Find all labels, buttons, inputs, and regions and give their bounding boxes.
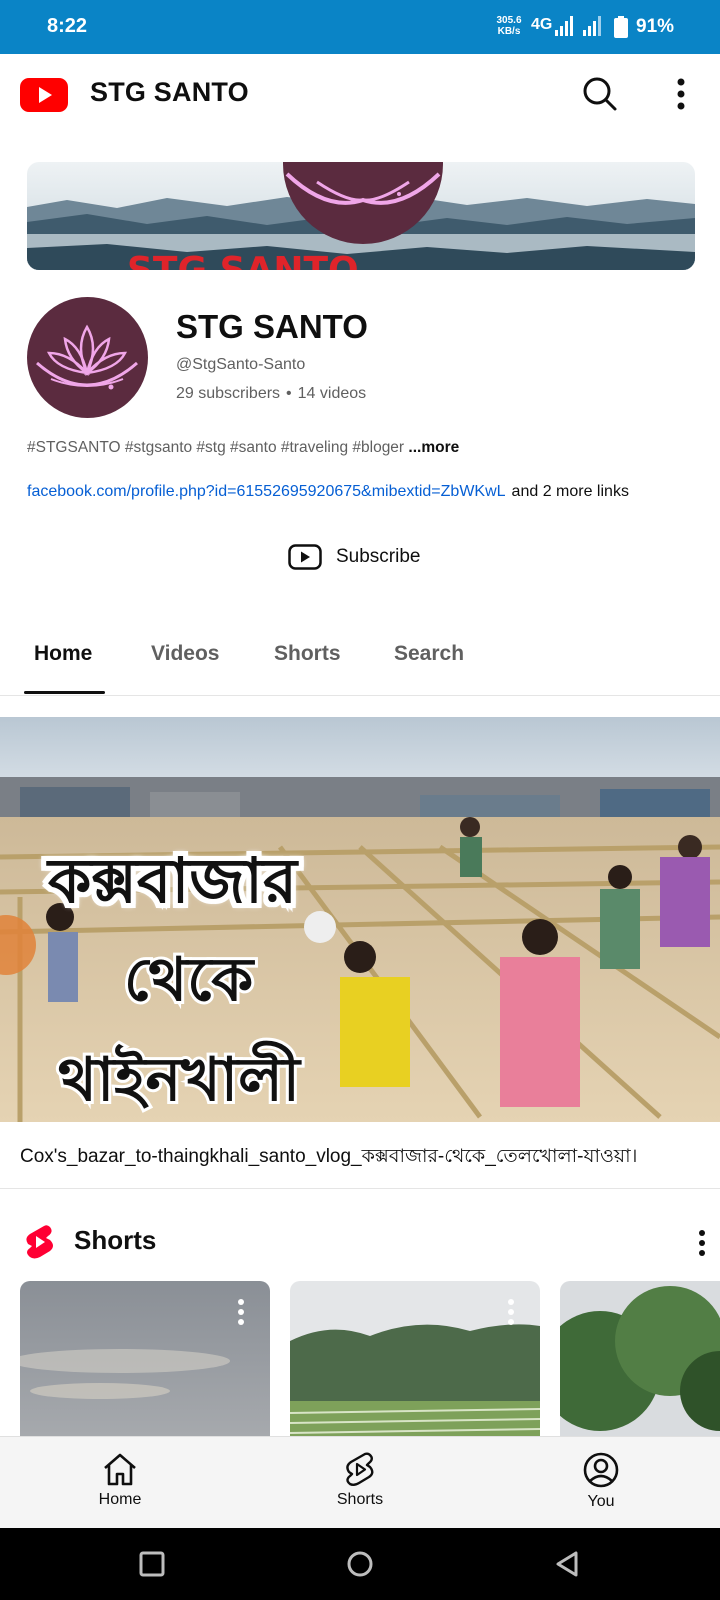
featured-video-title[interactable]: Cox's_bazar_to-thaingkhali_santo_vlog_কক… <box>20 1142 710 1174</box>
subscribe-button[interactable]: Subscribe <box>288 540 421 574</box>
nav-you-label: You <box>587 1493 615 1510</box>
featured-video-thumbnail[interactable]: কক্সবাজার থেকে থাইনখালী <box>0 717 720 1122</box>
short-card[interactable] <box>20 1281 270 1441</box>
channel-name: STG SANTO <box>176 308 368 345</box>
signal-icon <box>555 16 573 36</box>
short-card[interactable] <box>560 1281 720 1441</box>
channel-tabs: Home Videos Shorts Search <box>0 628 720 696</box>
youtube-subscribe-icon <box>288 544 322 570</box>
thumbnail-line-1: কক্সবাজার <box>46 844 299 917</box>
battery-percent: 91% <box>636 16 675 37</box>
network-type: 4G <box>531 16 553 33</box>
short-thumbnail <box>20 1281 270 1441</box>
shorts-icon <box>346 1452 374 1486</box>
system-nav-bar <box>0 1528 720 1600</box>
lotus-icon <box>27 297 148 418</box>
bottom-nav: Home Shorts You <box>0 1436 720 1528</box>
video-count: 14 videos <box>297 385 367 402</box>
thumbnail-line-3: থাইনখালী <box>58 1041 302 1115</box>
short-thumbnail <box>290 1281 540 1441</box>
app-bar: STG SANTO <box>0 54 720 134</box>
shelf-more-icon[interactable] <box>690 1228 714 1258</box>
tab-videos[interactable]: Videos <box>151 642 219 666</box>
channel-links[interactable]: facebook.com/profile.php?id=615526959206… <box>27 483 629 501</box>
nav-you[interactable]: You <box>541 1451 661 1511</box>
tab-search[interactable]: Search <box>394 642 464 666</box>
nav-home-label: Home <box>98 1491 142 1508</box>
channel-banner: STG SANTO <box>27 162 695 270</box>
network-speed-value: 305.6 <box>496 15 522 26</box>
channel-link-url[interactable]: facebook.com/profile.php?id=615526959206… <box>27 483 506 500</box>
home-icon <box>104 1453 136 1486</box>
recents-icon[interactable] <box>138 1550 166 1578</box>
signal-icon-secondary <box>583 16 601 36</box>
description-more-link[interactable]: ...more <box>408 439 459 456</box>
section-divider <box>0 1188 720 1189</box>
description-text: #STGSANTO #stgsanto #stg #santo #traveli… <box>27 439 405 456</box>
channel-avatar[interactable] <box>27 297 148 418</box>
short-more-icon[interactable] <box>506 1297 516 1327</box>
channel-handle: @StgSanto-Santo <box>176 356 306 373</box>
thumbnail-image: কক্সবাজার থেকে থাইনখালী <box>0 717 720 1122</box>
thumbnail-line-2: থেকে <box>124 945 255 1015</box>
battery-icon <box>614 16 628 38</box>
youtube-logo-icon[interactable] <box>20 78 68 112</box>
nav-home[interactable]: Home <box>60 1451 180 1509</box>
nav-shorts[interactable]: Shorts <box>300 1451 420 1509</box>
account-icon <box>583 1452 619 1488</box>
more-links-text[interactable]: and 2 more links <box>512 483 629 500</box>
subscribe-label: Subscribe <box>336 546 421 567</box>
nav-shorts-label: Shorts <box>336 1491 384 1508</box>
status-time: 8:22 <box>47 15 88 37</box>
app-bar-title: STG SANTO <box>90 77 249 107</box>
subscriber-count: 29 subscribers <box>176 385 281 402</box>
stats-separator: • <box>286 385 292 402</box>
active-tab-indicator <box>24 691 105 694</box>
short-more-icon[interactable] <box>236 1297 246 1327</box>
shorts-shelf-heading: Shorts <box>74 1225 157 1255</box>
network-speed: 305.6 KB/s <box>494 15 524 37</box>
back-icon[interactable] <box>553 1550 581 1578</box>
status-bar: 8:22 305.6 KB/s 4G 91% <box>0 0 720 54</box>
tab-shorts[interactable]: Shorts <box>274 642 341 666</box>
banner-title-text: STG SANTO <box>127 250 359 270</box>
search-icon[interactable] <box>580 74 620 114</box>
more-vert-icon[interactable] <box>666 74 696 114</box>
channel-stats: 29 subscribers • 14 videos <box>176 385 366 403</box>
system-home-icon[interactable] <box>346 1550 374 1578</box>
tab-home[interactable]: Home <box>34 642 92 666</box>
short-card[interactable] <box>290 1281 540 1441</box>
short-thumbnail <box>560 1281 720 1441</box>
channel-description[interactable]: #STGSANTO #stgsanto #stg #santo #traveli… <box>27 439 459 457</box>
banner-image: STG SANTO <box>27 162 695 270</box>
network-speed-unit: KB/s <box>497 26 521 37</box>
shorts-icon <box>26 1225 53 1259</box>
